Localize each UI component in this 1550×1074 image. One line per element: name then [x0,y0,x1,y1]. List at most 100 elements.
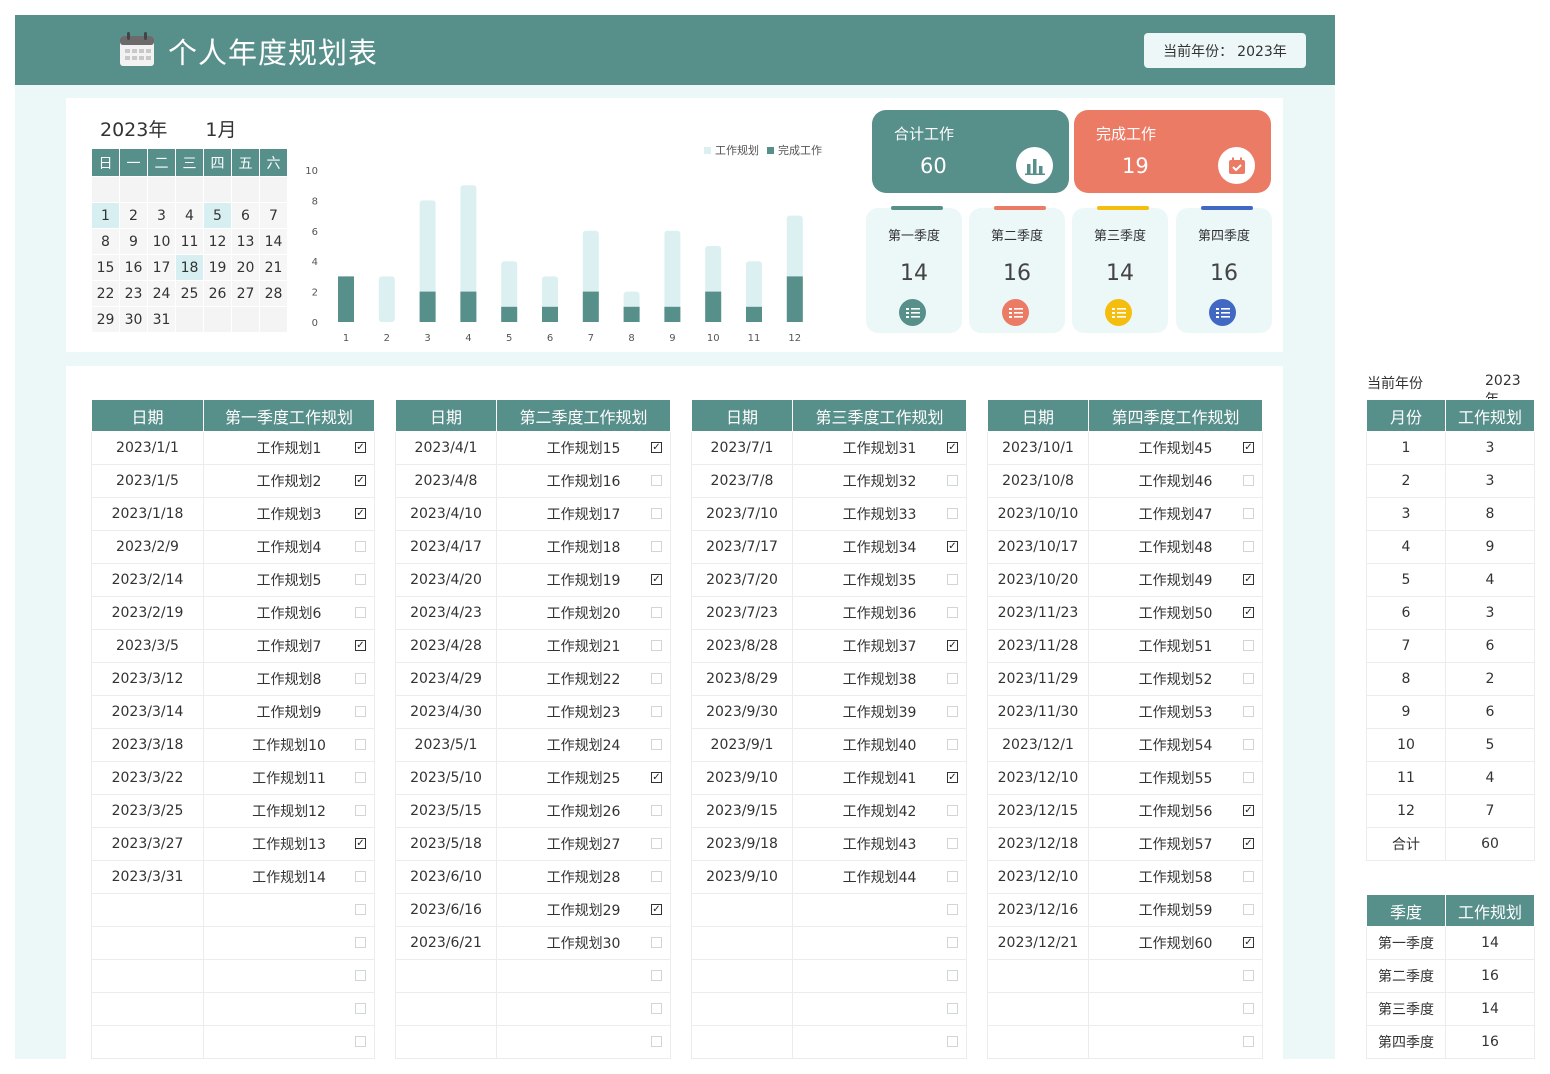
date-cell[interactable]: 2023/5/10 [395,761,497,795]
calendar-day[interactable]: 9 [119,228,148,255]
done-checkbox[interactable] [355,1003,366,1014]
done-checkbox[interactable]: ✓ [651,442,662,453]
date-cell[interactable]: 2023/12/18 [987,827,1089,861]
plan-cell[interactable] [203,959,375,993]
plan-cell[interactable]: 工作规划22 [496,662,671,696]
done-checkbox[interactable] [355,706,366,717]
done-checkbox[interactable] [651,475,662,486]
date-cell[interactable]: 2023/7/23 [691,596,793,630]
calendar-day[interactable]: 1 [91,202,120,229]
date-cell[interactable] [91,926,204,960]
date-cell[interactable]: 2023/5/15 [395,794,497,828]
calendar-day[interactable]: 10 [147,228,176,255]
calendar-day[interactable]: 31 [147,306,176,333]
date-cell[interactable] [987,959,1089,993]
done-checkbox[interactable] [651,508,662,519]
plan-cell[interactable]: 工作规划49 ✓ [1088,563,1263,597]
calendar-day[interactable]: 27 [231,280,260,307]
plan-cell[interactable]: 工作规划6 [203,596,375,630]
plan-cell[interactable]: 工作规划48 [1088,530,1263,564]
plan-cell[interactable]: 工作规划12 [203,794,375,828]
plan-cell[interactable]: 工作规划11 [203,761,375,795]
date-cell[interactable]: 2023/7/17 [691,530,793,564]
done-checkbox[interactable] [355,574,366,585]
calendar-day[interactable]: 21 [259,254,288,281]
done-checkbox[interactable] [355,541,366,552]
done-checkbox[interactable] [947,739,958,750]
plan-cell[interactable]: 工作规划9 [203,695,375,729]
date-cell[interactable]: 2023/9/30 [691,695,793,729]
plan-cell[interactable]: 工作规划24 [496,728,671,762]
date-cell[interactable] [691,926,793,960]
plan-cell[interactable]: 工作规划10 [203,728,375,762]
date-cell[interactable]: 2023/12/16 [987,893,1089,927]
done-checkbox[interactable] [947,508,958,519]
plan-cell[interactable]: 工作规划3 ✓ [203,497,375,531]
date-cell[interactable] [91,959,204,993]
done-checkbox[interactable] [651,541,662,552]
plan-cell[interactable] [496,959,671,993]
plan-cell[interactable]: 工作规划57 ✓ [1088,827,1263,861]
calendar-day[interactable]: 19 [203,254,232,281]
calendar-day[interactable]: 23 [119,280,148,307]
date-cell[interactable] [987,1025,1089,1059]
date-cell[interactable]: 2023/10/8 [987,464,1089,498]
done-checkbox[interactable] [1243,1036,1254,1047]
done-checkbox[interactable] [947,838,958,849]
calendar-day[interactable]: 5 [203,202,232,229]
done-checkbox[interactable]: ✓ [651,574,662,585]
plan-cell[interactable] [792,992,967,1026]
date-cell[interactable]: 2023/3/12 [91,662,204,696]
done-checkbox[interactable] [947,1036,958,1047]
calendar-day[interactable]: 22 [91,280,120,307]
done-checkbox[interactable] [651,838,662,849]
done-checkbox[interactable] [355,739,366,750]
plan-cell[interactable]: 工作规划25 ✓ [496,761,671,795]
done-checkbox[interactable] [651,805,662,816]
done-checkbox[interactable] [1243,871,1254,882]
date-cell[interactable]: 2023/10/10 [987,497,1089,531]
calendar-day[interactable]: 20 [231,254,260,281]
date-cell[interactable]: 2023/12/15 [987,794,1089,828]
date-cell[interactable]: 2023/1/1 [91,431,204,465]
date-cell[interactable]: 2023/8/29 [691,662,793,696]
done-checkbox[interactable] [947,706,958,717]
date-cell[interactable]: 2023/12/1 [987,728,1089,762]
date-cell[interactable]: 2023/9/18 [691,827,793,861]
date-cell[interactable]: 2023/3/5 [91,629,204,663]
plan-cell[interactable]: 工作规划17 [496,497,671,531]
plan-cell[interactable]: 工作规划23 [496,695,671,729]
date-cell[interactable]: 2023/2/9 [91,530,204,564]
date-cell[interactable]: 2023/12/10 [987,761,1089,795]
plan-cell[interactable]: 工作规划60 ✓ [1088,926,1263,960]
date-cell[interactable]: 2023/12/10 [987,860,1089,894]
done-checkbox[interactable] [947,904,958,915]
plan-cell[interactable] [792,893,967,927]
date-cell[interactable]: 2023/1/5 [91,464,204,498]
done-checkbox[interactable]: ✓ [947,640,958,651]
plan-cell[interactable] [1088,1025,1263,1059]
done-checkbox[interactable] [651,1003,662,1014]
done-checkbox[interactable] [1243,706,1254,717]
date-cell[interactable] [91,992,204,1026]
date-cell[interactable] [691,1025,793,1059]
done-checkbox[interactable]: ✓ [355,508,366,519]
plan-cell[interactable]: 工作规划8 [203,662,375,696]
plan-cell[interactable] [203,992,375,1026]
plan-cell[interactable]: 工作规划37 ✓ [792,629,967,663]
date-cell[interactable]: 2023/5/1 [395,728,497,762]
done-checkbox[interactable] [651,640,662,651]
date-cell[interactable]: 2023/3/27 [91,827,204,861]
plan-cell[interactable] [203,1025,375,1059]
date-cell[interactable]: 2023/5/18 [395,827,497,861]
date-cell[interactable]: 2023/12/21 [987,926,1089,960]
done-checkbox[interactable] [1243,640,1254,651]
plan-cell[interactable]: 工作规划44 [792,860,967,894]
plan-cell[interactable] [792,959,967,993]
date-cell[interactable]: 2023/3/22 [91,761,204,795]
plan-cell[interactable]: 工作规划14 [203,860,375,894]
date-cell[interactable]: 2023/4/20 [395,563,497,597]
date-cell[interactable] [395,959,497,993]
plan-cell[interactable]: 工作规划5 [203,563,375,597]
calendar-day[interactable]: 26 [203,280,232,307]
